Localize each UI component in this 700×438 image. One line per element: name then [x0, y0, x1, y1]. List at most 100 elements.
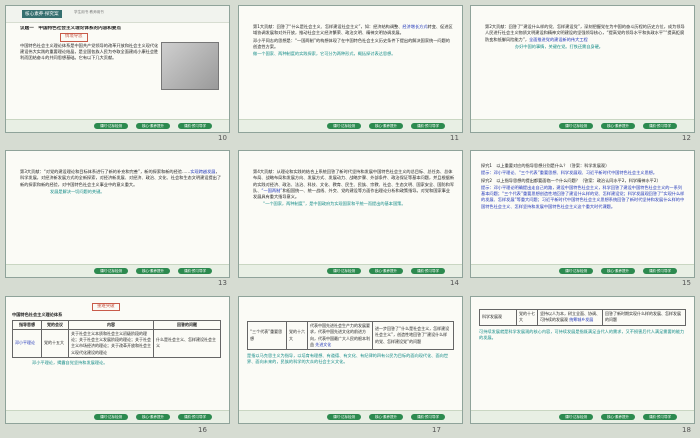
table-cell: “三个代表”重要思想 [247, 321, 287, 351]
table-cell: 进一步回答了“什么是社会主义，怎样建设社会主义”，创造性地回答了“建设什么样的党… [372, 321, 454, 351]
theory-table: 指导思想 党的会议 内容 回答的问题 邓小平理论 党的十五大 关于社会主义本质和… [12, 319, 221, 359]
slide-nav-bar: 课时·达标检测 核心·素养提升 课前·预习导学 [239, 410, 462, 423]
nav-button-3[interactable]: 课前·预习导学 [643, 414, 677, 420]
slide-thumbnail-18[interactable]: 科学发展观 党的十七大 坚持以人为本，树立全面、协调、可持续的发展观 统筹城乡发… [470, 296, 695, 424]
slide-thumbnail-10[interactable]: 核心素养·探究案 学生用书 教师用书 议题一 中国特色社会主义理论体系的内容和要… [5, 5, 230, 133]
slide-thumbnail-13[interactable]: 第3大贡献：“对党的建设理论和目标体系进行了新的补充和完善”，新的探索和新的经验… [5, 150, 230, 278]
slide-link[interactable]: 全面推进党的建设新的伟大工程 [529, 37, 588, 42]
theory-table: 科学发展观 党的十七大 坚持以人为本，树立全面、协调、可持续的发展观 统筹城乡发… [479, 309, 686, 326]
slide-number: 12 [682, 134, 691, 142]
nav-button-2[interactable]: 核心·素养提升 [136, 123, 170, 129]
table-caption: 中国特色社会主义理论体系 [12, 312, 63, 318]
nav-button-1[interactable]: 课时·达标检测 [327, 123, 361, 129]
nav-button-2[interactable]: 核心·素养提升 [369, 268, 403, 274]
nav-button-1[interactable]: 课时·达标检测 [94, 414, 128, 420]
table-cell: 党的十六大 [286, 321, 308, 351]
table-cell: 科学发展观 [479, 309, 517, 326]
slide-thumbnail-16[interactable]: 重难突破 中国特色社会主义理论体系 指导思想 党的会议 内容 回答的问题 邓小平… [5, 296, 230, 424]
nav-button-1[interactable]: 课时·达标检测 [559, 268, 593, 274]
nav-button-2[interactable]: 核心·素养提升 [136, 414, 170, 420]
answer-2: 提示：邓小平理论明确提出走自己的路，建设中国特色社会主义，科学回答了建设中国特色… [481, 184, 685, 209]
slide-link[interactable]: 实现跨越发展 [190, 169, 215, 174]
nav-button-3[interactable]: 课前·预习导学 [411, 414, 445, 420]
slide-nav-bar: 课时·达标检测 核心·素养提升 课前·预习导学 [6, 410, 229, 423]
nav-button-1[interactable]: 课时·达标检测 [559, 123, 593, 129]
nav-button-1[interactable]: 课时·达标检测 [327, 414, 361, 420]
nav-button-2[interactable]: 核心·素养提升 [369, 414, 403, 420]
nav-button-1[interactable]: 课时·达标检测 [327, 268, 361, 274]
table-cell: 什么是社会主义、怎样建设社会主义 [153, 328, 221, 359]
slide-text-2: 邓小平同志的思想是：“一国两制”的构想体现了在中国特色社会主义历史条件下提出的解… [253, 37, 450, 49]
slide-thumbnail-15[interactable]: 探究1 以上重要对应的指导思想分别是什么？（答案：科学发展观） 提示：邓小平理论… [470, 150, 695, 278]
theory-table: “三个代表”重要思想 党的十六大 代表中国先进社会生产力的发展要求，代表中国先进… [247, 321, 454, 351]
table-cell: 坚持以人为本，树立全面、协调、可持续的发展观 统筹城乡发展 [537, 309, 603, 326]
slide-link[interactable]: “一国两制” [261, 188, 282, 193]
slide-nav-bar: 课时·达标检测 核心·素养提升 课前·预习导学 [471, 119, 694, 132]
slide-text: 第1大贡献：回答了“什么是社会主义、怎样建设社会主义”，如：经济结构调整、 [253, 24, 403, 29]
table-header: 党的会议 [41, 319, 69, 330]
slide-note: 办好中国的事情，关键在党。打铁还需自身硬。 [515, 43, 603, 49]
slide-note: 邓小平理论，揭露自觉坚持和发展理论。 [32, 360, 108, 366]
situation-box-label: 情境导思 [60, 33, 88, 42]
slide-text: 第3大贡献：“对党的建设理论和目标体系进行了新的补充和完善”，新的探索和新的经验… [20, 169, 191, 174]
slide-thumbnail-12[interactable]: 第2大贡献：回答了“建设什么样的党、怎样建设党”，深刻把握党在为中国的奋斗历程的… [470, 5, 695, 133]
table-cell: 党的十七大 [516, 309, 538, 326]
nav-button-3[interactable]: 课前·预习导学 [643, 123, 677, 129]
slide-note: 发展是解决一切问题的关键。 [50, 188, 105, 194]
nav-button-1[interactable]: 课时·达标检测 [559, 414, 593, 420]
slide-link[interactable]: 经济增长方式 [402, 24, 427, 29]
nav-button-3[interactable]: 课前·预习导学 [178, 414, 212, 420]
table-header: 内容 [68, 319, 154, 330]
slide-text-b: 和祖国统一、统一战线、外交、党的建设等方面作出理论分析和政策指导。对党和国家事业… [253, 187, 450, 200]
table-cell: 党的十五大 [41, 328, 69, 359]
nav-button-3[interactable]: 课前·预习导学 [411, 123, 445, 129]
nav-button-3[interactable]: 课前·预习导学 [643, 268, 677, 274]
table-cell: 回答了新时期实现什么样的发展、怎样发展的问题 [602, 309, 686, 326]
nav-button-1[interactable]: 课时·达标检测 [94, 268, 128, 274]
slide-nav-bar: 课时·达标检测 核心·素养提升 课前·预习导学 [471, 410, 694, 423]
table-cell: 关于社会主义本质和社会主义初级阶段的理论；关于社会主义发展阶段的理论；关于社会主… [68, 328, 154, 359]
question-2: 探究2 以上指导思想的提出都要面临一个什么问题？（答案：政治认同水平2，科学精神… [481, 177, 661, 183]
slide-thumbnail-17[interactable]: “三个代表”重要思想 党的十六大 代表中国先进社会生产力的发展要求，代表中国先进… [238, 296, 463, 424]
table-cell: 邓小平理论 [12, 328, 42, 359]
slide-number: 16 [198, 426, 207, 434]
table-link[interactable]: 先进文化 [315, 342, 331, 347]
portrait-photo [161, 42, 219, 90]
nav-button-3[interactable]: 课前·预习导学 [178, 268, 212, 274]
nav-button-2[interactable]: 核心·素养提升 [369, 123, 403, 129]
table-row: 邓小平理论 党的十五大 关于社会主义本质和社会主义初级阶段的理论；关于社会主义发… [12, 328, 221, 359]
slide-number: 13 [218, 279, 227, 287]
slide-thumbnail-11[interactable]: 第1大贡献：回答了“什么是社会主义、怎样建设社会主义”，如：经济结构调整、经济增… [238, 5, 463, 133]
table-cell: 代表中国先进社会生产力的发展要求，代表中国先进文化的前进方向，代表中国最广大人民… [307, 321, 373, 351]
nav-button-2[interactable]: 核心·素养提升 [136, 268, 170, 274]
table-header: 指导思想 [12, 319, 42, 330]
key-box-label: 重难突破 [92, 303, 120, 312]
question-1: 探究1 以上重要对应的指导思想分别是什么？（答案：科学发展观） [481, 163, 610, 168]
slide-text: 中国特色社会主义理论体系是中国共产党领导的改革开放和社会主义现代化建设伟大实践的… [20, 42, 159, 61]
slide-number: 11 [450, 134, 459, 142]
nav-button-1[interactable]: 课时·达标检测 [94, 123, 128, 129]
slide-number: 15 [682, 279, 691, 287]
table-link[interactable]: 统筹城乡发展 [569, 317, 593, 322]
slide-number: 14 [450, 279, 459, 287]
slide-thumbnail-14[interactable]: 第4大贡献：从理论和实践的结合上系统回答了新时代坚持和发展中国特色社会主义的总目… [238, 150, 463, 278]
nav-button-2[interactable]: 核心·素养提升 [601, 123, 635, 129]
slide-number: 10 [218, 134, 227, 142]
nav-button-2[interactable]: 核心·素养提升 [601, 268, 635, 274]
table-header: 回答的问题 [153, 319, 221, 330]
answer-1: 提示：邓小平理论、“三个代表”重要思想、科学发展观、习近平新时代中国特色社会主义… [481, 170, 658, 176]
table-row: 科学发展观 党的十七大 坚持以人为本，树立全面、协调、可持续的发展观 统筹城乡发… [479, 309, 686, 326]
slide-nav-bar: 课时·达标检测 核心·素养提升 课前·预习导学 [471, 264, 694, 277]
slide-nav-bar: 课时·达标检测 核心·素养提升 课前·预习导学 [6, 264, 229, 277]
nav-button-2[interactable]: 核心·素养提升 [601, 414, 635, 420]
slide-nav-bar: 课时·达标检测 核心·素养提升 课前·预习导学 [239, 264, 462, 277]
nav-button-3[interactable]: 课前·预习导学 [411, 268, 445, 274]
slide-note: 可持续发展就是科学发展观的核心内容，可持续发展是指既满足当代人的需求，又不损害后… [479, 328, 685, 340]
slide-number: 18 [682, 426, 691, 434]
nav-button-3[interactable]: 课前·预习导学 [178, 123, 212, 129]
slide-note: 是指以马克思主义为指导，以培育有理想、有道德、有文化、有纪律的四有公民为目标的面… [247, 353, 449, 365]
slide-heading: 议题一 中国特色社会主义理论体系的内容和要点 [20, 26, 122, 31]
slide-number: 17 [432, 426, 441, 434]
slide-nav-bar: 课时·达标检测 核心·素养提升 课前·预习导学 [239, 119, 462, 132]
slide-note: “一个国家，两种制度”，是中国政府为实现国家和平统一而提出的基本国策。 [263, 201, 406, 207]
